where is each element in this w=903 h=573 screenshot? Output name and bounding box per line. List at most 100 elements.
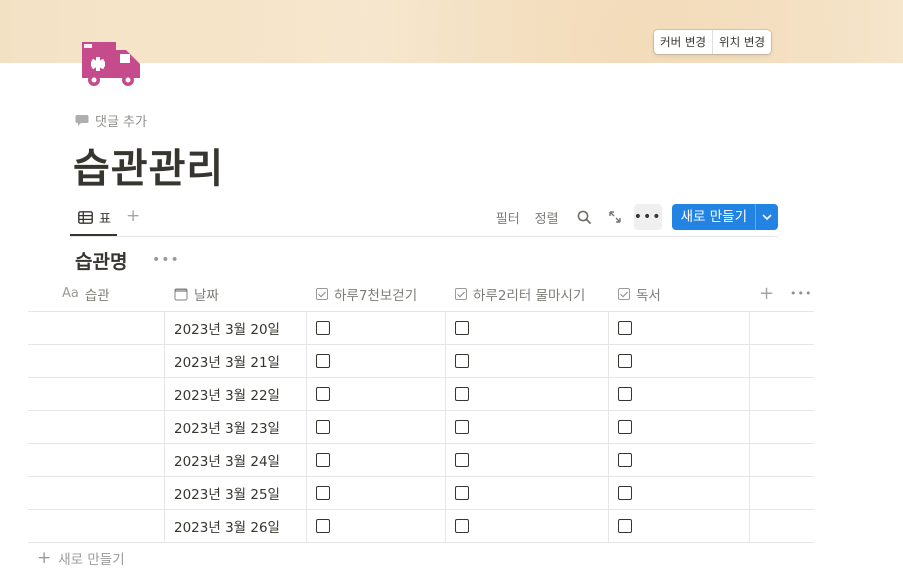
walk-checkbox-cell [307,312,330,344]
table-row[interactable]: 2023년 3월 25일 [28,477,814,510]
table-row[interactable]: 2023년 3월 20일 [28,312,814,345]
column-label: 하루7천보걷기 [334,287,418,304]
filter-button[interactable]: 필터 [496,208,520,227]
checkbox[interactable] [316,321,330,335]
add-comment-label: 댓글 추가 [95,115,147,130]
table-row[interactable]: 2023년 3월 26일 [28,510,814,543]
read-checkbox-cell [609,378,632,410]
date-cell[interactable]: 2023년 3월 26일 [165,510,280,542]
habit-cell[interactable] [28,510,164,542]
water-checkbox-cell [446,510,469,542]
cell-divider [749,510,750,542]
habit-cell[interactable] [28,312,164,344]
checkbox[interactable] [455,420,469,434]
group-more-icon[interactable]: ••• [152,252,180,268]
add-row-button[interactable]: + 새로 만들기 [37,548,125,568]
group-title[interactable]: 습관명 [75,247,127,274]
water-checkbox-cell [446,444,469,476]
checkbox[interactable] [316,486,330,500]
checkbox[interactable] [455,387,469,401]
checkbox[interactable] [618,453,632,467]
date-cell[interactable]: 2023년 3월 23일 [165,411,280,443]
table-body: 2023년 3월 20일 2023년 3월 21일 2023년 3월 22일 2023… [28,312,814,543]
checkbox[interactable] [455,354,469,368]
cell-divider [749,345,750,377]
sort-button[interactable]: 정렬 [535,208,559,227]
plus-icon: + [37,548,52,568]
column-header-water[interactable]: 하루2리터 물마시기 [455,276,585,311]
add-comment-button[interactable]: 댓글 추가 [75,111,147,130]
checkbox-icon [316,287,328,300]
table-row[interactable]: 2023년 3월 24일 [28,444,814,477]
database-view-bar: 표 + 필터 정렬 ••• 새로 만들기 [70,200,778,237]
search-icon[interactable] [574,206,596,228]
column-header-habit[interactable]: Aa 습관 [62,276,110,311]
water-checkbox-cell [446,312,469,344]
table-icon [78,210,93,224]
checkbox[interactable] [618,519,632,533]
walk-checkbox-cell [307,345,330,377]
chevron-down-icon[interactable] [755,204,778,230]
walk-checkbox-cell [307,444,330,476]
tab-table-view[interactable]: 표 [70,200,117,236]
habit-cell[interactable] [28,411,164,443]
checkbox[interactable] [455,321,469,335]
calendar-icon [174,287,188,301]
read-checkbox-cell [609,345,632,377]
habit-cell[interactable] [28,378,164,410]
checkbox[interactable] [455,486,469,500]
date-cell[interactable]: 2023년 3월 25일 [165,477,280,509]
expand-icon[interactable] [604,206,626,228]
water-checkbox-cell [446,378,469,410]
read-checkbox-cell [609,510,632,542]
add-view-plus-icon[interactable]: + [126,206,140,226]
cell-divider [749,411,750,443]
checkbox[interactable] [618,486,632,500]
column-label: 습관 [84,287,110,304]
walk-checkbox-cell [307,378,330,410]
checkbox[interactable] [316,519,330,533]
checkbox[interactable] [618,387,632,401]
column-header-date[interactable]: 날짜 [174,276,219,311]
checkbox[interactable] [618,321,632,335]
checkbox[interactable] [455,453,469,467]
habit-cell[interactable] [28,477,164,509]
date-cell[interactable]: 2023년 3월 24일 [165,444,280,476]
date-cell[interactable]: 2023년 3월 21일 [165,345,280,377]
change-cover-button[interactable]: 커버 변경 [654,30,712,54]
checkbox[interactable] [316,387,330,401]
new-button[interactable]: 새로 만들기 [672,204,755,230]
column-header-walk[interactable]: 하루7천보걷기 [316,276,417,311]
tab-table-label: 표 [99,211,111,227]
page-title[interactable]: 습관관리 [73,136,224,194]
column-label: 날짜 [194,287,219,304]
checkbox[interactable] [316,453,330,467]
date-cell[interactable]: 2023년 3월 22일 [165,378,280,410]
more-options-icon[interactable]: ••• [633,204,662,230]
read-checkbox-cell [609,411,632,443]
checkbox[interactable] [316,354,330,368]
habit-cell[interactable] [28,444,164,476]
table-row[interactable]: 2023년 3월 22일 [28,378,814,411]
checkbox[interactable] [455,519,469,533]
add-property-plus-icon[interactable]: + [759,276,774,311]
checkbox[interactable] [618,420,632,434]
column-header-reading[interactable]: 독서 [618,276,661,311]
date-cell[interactable]: 2023년 3월 20일 [165,312,280,344]
reposition-cover-button[interactable]: 위치 변경 [712,30,771,54]
property-more-icon[interactable]: ••• [790,276,812,311]
walk-checkbox-cell [307,411,330,443]
checkbox-icon [618,287,630,300]
read-checkbox-cell [609,444,632,476]
walk-checkbox-cell [307,477,330,509]
water-checkbox-cell [446,411,469,443]
table-row[interactable]: 2023년 3월 23일 [28,411,814,444]
ambulance-icon[interactable] [80,40,144,88]
comment-icon [75,115,89,126]
table-row[interactable]: 2023년 3월 21일 [28,345,814,378]
checkbox[interactable] [618,354,632,368]
walk-checkbox-cell [307,510,330,542]
cover-controls: 커버 변경 위치 변경 [654,30,771,54]
habit-cell[interactable] [28,345,164,377]
checkbox[interactable] [316,420,330,434]
